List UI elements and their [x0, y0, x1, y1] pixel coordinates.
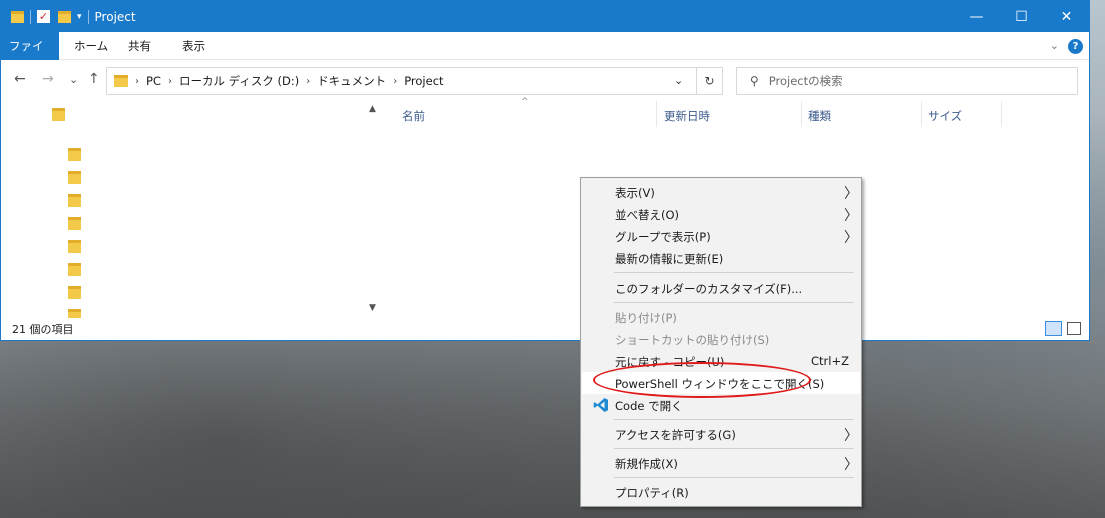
tree-folder-icon[interactable]: [68, 194, 81, 207]
menu-item-label: 最新の情報に更新(E): [615, 252, 724, 266]
up-button[interactable]: ↑: [88, 71, 100, 87]
menu-item-refresh[interactable]: 最新の情報に更新(E): [582, 247, 860, 269]
tree-folder-icon[interactable]: [68, 286, 81, 299]
column-header-type[interactable]: 種類: [808, 108, 831, 124]
breadcrumb-local-disk[interactable]: ローカル ディスク (D:): [179, 73, 299, 89]
menu-item-label: このフォルダーのカスタマイズ(F)...: [615, 282, 803, 296]
menu-item-label: プロパティ(R): [615, 486, 689, 500]
menu-item-new[interactable]: 新規作成(X) 〉: [582, 452, 860, 474]
menu-item-sort[interactable]: 並べ替え(O) 〉: [582, 203, 860, 225]
sort-indicator-icon: ^: [521, 97, 529, 107]
submenu-arrow-icon: 〉: [844, 230, 858, 246]
navigation-pane: ▲ ▼: [1, 100, 385, 319]
tree-folder-icon[interactable]: [68, 171, 81, 184]
menu-item-view[interactable]: 表示(V) 〉: [582, 181, 860, 203]
tree-folder-icon[interactable]: [52, 108, 65, 121]
scroll-down-button[interactable]: ▼: [369, 303, 376, 313]
search-box[interactable]: ⚲: [736, 67, 1078, 95]
tab-share[interactable]: 共有: [117, 32, 162, 60]
menu-item-label: 貼り付け(P): [615, 311, 677, 325]
breadcrumb-documents[interactable]: ドキュメント: [317, 73, 386, 89]
menu-item-label: 新規作成(X): [615, 457, 678, 471]
address-dropdown-icon[interactable]: ⌄: [674, 74, 683, 87]
window-controls: — ☐ ✕: [954, 1, 1089, 32]
menu-item-label: 並べ替え(O): [615, 208, 680, 222]
menu-item-label: ショートカットの貼り付け(S): [615, 333, 770, 347]
new-folder-icon[interactable]: [58, 10, 71, 23]
search-icon: ⚲: [750, 74, 759, 88]
breadcrumb-pc[interactable]: PC: [146, 74, 161, 88]
column-divider[interactable]: [921, 101, 922, 127]
back-button[interactable]: ←: [14, 71, 26, 87]
column-header-modified[interactable]: 更新日時: [664, 108, 710, 124]
menu-item-label: 表示(V): [615, 186, 655, 200]
details-view-icon[interactable]: [1045, 321, 1062, 336]
tab-file[interactable]: ファイル: [1, 32, 59, 81]
menu-separator: [614, 302, 854, 303]
navigation-bar: ← → ⌄ ↑ › PC › ローカル ディスク (D:) › ドキュメント ›…: [1, 64, 1089, 98]
menu-item-paste[interactable]: 貼り付け(P): [582, 306, 860, 328]
menu-separator: [614, 272, 854, 273]
divider: [30, 9, 31, 24]
submenu-arrow-icon: 〉: [844, 428, 858, 444]
vscode-icon: [593, 398, 608, 412]
close-button[interactable]: ✕: [1044, 1, 1089, 32]
status-item-count: 21 個の項目: [12, 323, 74, 336]
tree-folder-icon[interactable]: [68, 240, 81, 253]
maximize-button[interactable]: ☐: [999, 1, 1044, 32]
breadcrumb-separator[interactable]: ›: [393, 76, 397, 87]
breadcrumb-separator[interactable]: ›: [306, 76, 310, 87]
tree-folder-icon[interactable]: [68, 309, 81, 318]
submenu-arrow-icon: 〉: [844, 457, 858, 473]
tree-folder-icon[interactable]: [68, 148, 81, 161]
menu-item-shortcut: Ctrl+Z: [811, 354, 849, 368]
menu-item-label: グループで表示(P): [615, 230, 711, 244]
column-divider[interactable]: [1001, 101, 1002, 127]
column-divider[interactable]: [656, 101, 657, 127]
column-divider[interactable]: [801, 101, 802, 127]
tab-view[interactable]: 表示: [171, 32, 216, 60]
menu-item-group-by[interactable]: グループで表示(P) 〉: [582, 225, 860, 247]
recent-locations-button[interactable]: ⌄: [69, 73, 78, 86]
address-bar[interactable]: › PC › ローカル ディスク (D:) › ドキュメント › Project: [106, 67, 723, 95]
scroll-up-button[interactable]: ▲: [369, 104, 376, 114]
properties-check-icon[interactable]: ✓: [37, 10, 50, 23]
help-icon[interactable]: ?: [1068, 39, 1083, 54]
menu-item-properties[interactable]: プロパティ(R): [582, 481, 860, 503]
breadcrumb-separator: ›: [135, 75, 139, 87]
submenu-arrow-icon: 〉: [844, 186, 858, 202]
large-icons-view-icon[interactable]: [1067, 322, 1081, 335]
title-bar: ✓ ▾ Project — ☐ ✕: [1, 1, 1089, 32]
folder-icon: [11, 10, 24, 23]
ribbon-expand-icon[interactable]: ⌄: [1050, 39, 1059, 52]
tab-home[interactable]: ホーム: [63, 32, 119, 60]
explorer-window: ✓ ▾ Project — ☐ ✕ ファイル ホーム 共有 表示 ⌄ ? ← →…: [0, 0, 1090, 341]
menu-item-label: Code で開く: [615, 399, 683, 413]
refresh-button[interactable]: ↻: [696, 67, 723, 95]
menu-item-grant-access[interactable]: アクセスを許可する(G) 〉: [582, 423, 860, 445]
menu-item-customize-folder[interactable]: このフォルダーのカスタマイズ(F)...: [582, 277, 860, 299]
annotation-ring: [593, 362, 811, 398]
submenu-arrow-icon: 〉: [844, 208, 858, 224]
tree-folder-icon[interactable]: [68, 263, 81, 276]
menu-item-label: アクセスを許可する(G): [615, 428, 736, 442]
context-menu: 表示(V) 〉 並べ替え(O) 〉 グループで表示(P) 〉 最新の情報に更新(…: [580, 177, 862, 507]
window-title: Project: [94, 9, 136, 24]
tree-folder-icon[interactable]: [68, 217, 81, 230]
menu-item-paste-shortcut[interactable]: ショートカットの貼り付け(S): [582, 328, 860, 350]
folder-icon: [114, 75, 128, 87]
breadcrumb-separator[interactable]: ›: [168, 76, 172, 87]
forward-button[interactable]: →: [42, 71, 54, 87]
quick-access-dropdown-icon[interactable]: ▾: [77, 12, 82, 22]
menu-separator: [614, 477, 854, 478]
ribbon-tabs: ファイル ホーム 共有 表示 ⌄ ?: [1, 32, 1089, 81]
search-input[interactable]: [768, 69, 1069, 93]
column-header-name[interactable]: 名前: [402, 108, 425, 124]
minimize-button[interactable]: —: [954, 1, 999, 32]
menu-separator: [614, 419, 854, 420]
divider: [87, 9, 89, 24]
breadcrumb-project[interactable]: Project: [404, 74, 443, 88]
menu-separator: [614, 448, 854, 449]
column-header-size[interactable]: サイズ: [928, 108, 962, 124]
